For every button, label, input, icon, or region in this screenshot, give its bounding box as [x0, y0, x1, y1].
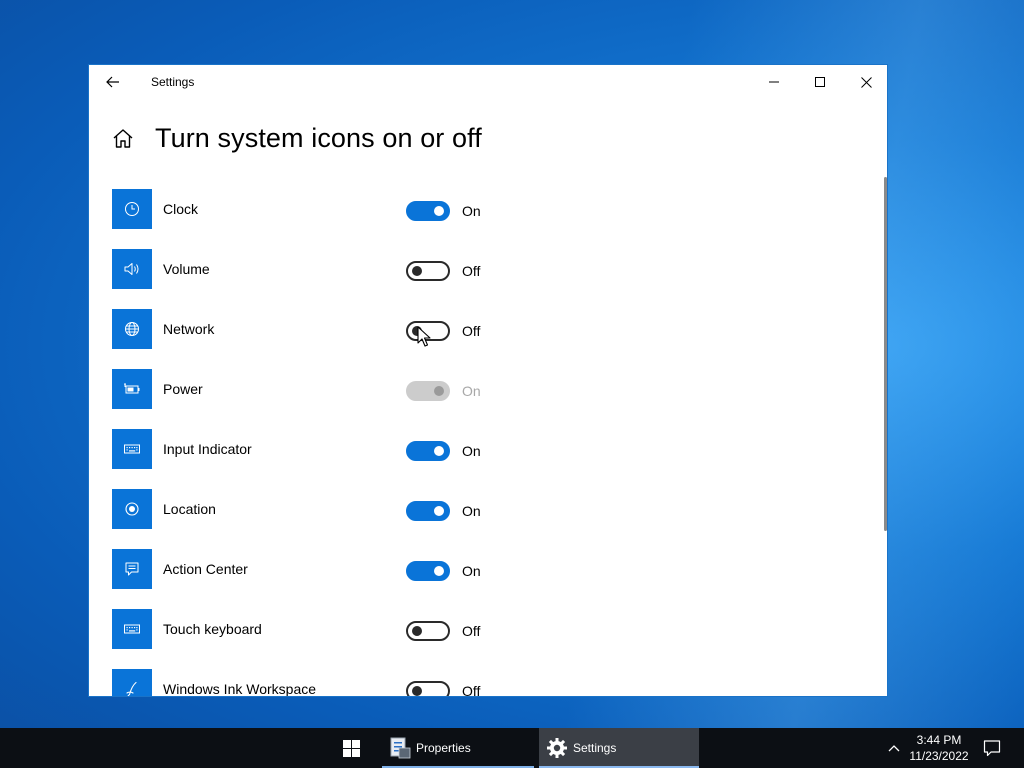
toggle-state-text: On	[462, 383, 481, 399]
chevron-up-icon	[888, 745, 900, 752]
setting-label: Network	[163, 321, 215, 337]
maximize-button[interactable]	[797, 65, 843, 99]
setting-label: Location	[163, 501, 216, 517]
setting-row: Network Off	[112, 309, 852, 349]
toggle-knob	[412, 326, 422, 336]
taskbar-item-settings[interactable]: Settings	[539, 728, 699, 768]
toggle-state-text: Off	[462, 323, 481, 339]
network-toggle[interactable]	[406, 321, 450, 341]
keyboard-icon	[112, 429, 152, 469]
title-bar: Settings	[89, 65, 887, 99]
taskbar-item-label: Settings	[573, 741, 617, 755]
maximize-icon	[815, 77, 825, 87]
pen-icon	[112, 669, 152, 696]
close-button[interactable]	[843, 65, 887, 99]
settings-window: Settings Turn system icons on or off Clo…	[88, 64, 888, 697]
setting-label: Input Indicator	[163, 441, 252, 457]
close-icon	[860, 76, 872, 88]
taskbar-item-properties[interactable]: Properties	[382, 728, 534, 768]
clock-icon	[112, 189, 152, 229]
window-title: Settings	[151, 75, 195, 89]
toggle-state-text: Off	[462, 683, 481, 697]
back-button[interactable]	[97, 65, 129, 99]
globe-icon	[112, 309, 152, 349]
arrow-left-icon	[106, 76, 119, 88]
toggle-knob	[434, 386, 444, 396]
toggle-state-text: On	[462, 503, 481, 519]
windows-ink-workspace-toggle[interactable]	[406, 681, 450, 696]
taskbar: Properties Settings 3:44 PM 11/23/2022	[0, 728, 1024, 768]
taskbar-clock[interactable]: 3:44 PM 11/23/2022	[906, 732, 972, 764]
page-title: Turn system icons on or off	[155, 123, 482, 153]
setting-row: Action Center On	[112, 549, 852, 589]
start-button[interactable]	[330, 728, 372, 768]
keyboard-icon	[112, 609, 152, 649]
setting-row: Volume Off	[112, 249, 852, 289]
setting-label: Clock	[163, 201, 199, 217]
gear-icon	[547, 738, 567, 758]
toggle-knob	[434, 446, 444, 456]
properties-icon	[390, 737, 411, 759]
notification-icon	[983, 740, 1001, 757]
minimize-icon	[769, 81, 779, 83]
setting-row: Clock On	[112, 189, 852, 229]
toggle-knob	[412, 686, 422, 696]
toggle-knob	[434, 506, 444, 516]
power-toggle	[406, 381, 450, 401]
setting-row: Power On	[112, 369, 852, 409]
toggle-state-text: On	[462, 203, 481, 219]
scrollbar[interactable]	[884, 177, 887, 531]
message-icon	[112, 549, 152, 589]
toggle-knob	[434, 206, 444, 216]
clock-toggle[interactable]	[406, 201, 450, 221]
battery-icon	[112, 369, 152, 409]
clock-date: 11/23/2022	[909, 749, 969, 763]
home-icon[interactable]	[111, 127, 135, 151]
toggle-state-text: Off	[462, 263, 481, 279]
toggle-state-text: On	[462, 443, 481, 459]
toggle-state-text: On	[462, 563, 481, 579]
setting-label: Power	[163, 381, 203, 397]
minimize-button[interactable]	[751, 65, 797, 99]
windows-logo-icon	[342, 739, 360, 757]
action-center-toggle[interactable]	[406, 561, 450, 581]
setting-row: Input Indicator On	[112, 429, 852, 469]
setting-label: Action Center	[163, 561, 248, 577]
volume-icon	[112, 249, 152, 289]
toggle-knob	[412, 266, 422, 276]
show-hidden-icons-button[interactable]	[882, 736, 906, 760]
action-center-button[interactable]	[978, 734, 1006, 762]
setting-row: Windows Ink Workspace Off	[112, 669, 852, 697]
location-toggle[interactable]	[406, 501, 450, 521]
setting-row: Location On	[112, 489, 852, 529]
touch-keyboard-toggle[interactable]	[406, 621, 450, 641]
taskbar-item-label: Properties	[416, 741, 471, 755]
clock-time: 3:44 PM	[916, 733, 962, 747]
input-indicator-toggle[interactable]	[406, 441, 450, 461]
setting-row: Touch keyboard Off	[112, 609, 852, 649]
volume-toggle[interactable]	[406, 261, 450, 281]
setting-label: Touch keyboard	[163, 621, 262, 637]
toggle-state-text: Off	[462, 623, 481, 639]
toggle-knob	[412, 626, 422, 636]
toggle-knob	[434, 566, 444, 576]
setting-label: Volume	[163, 261, 210, 277]
setting-label: Windows Ink Workspace	[163, 681, 317, 697]
location-icon	[112, 489, 152, 529]
